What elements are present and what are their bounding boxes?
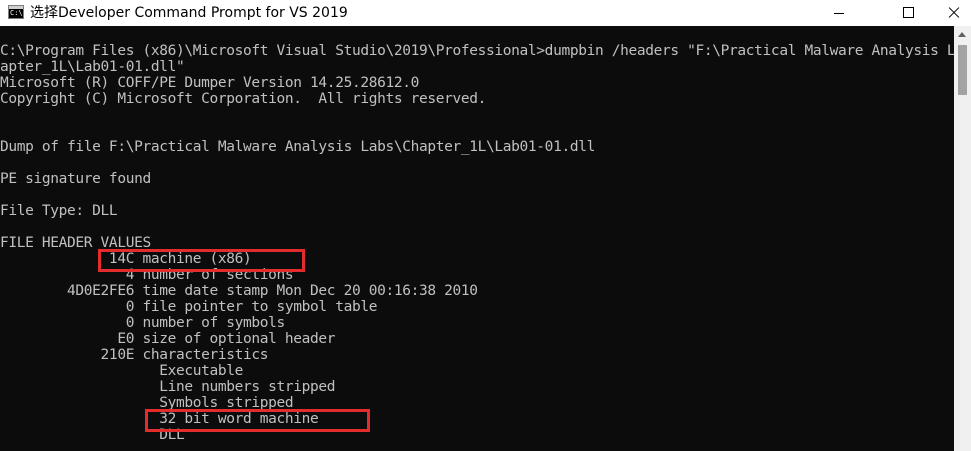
- terminal-line: 4D0E2FE6 time date stamp Mon Dec 20 00:1…: [0, 283, 478, 299]
- console-area[interactable]: C:\Program Files (x86)\Microsoft Visual …: [0, 26, 954, 451]
- terminal-line: 0 number of symbols: [0, 315, 286, 331]
- console-app-icon[interactable]: [8, 5, 24, 19]
- title-bar[interactable]: 选择Developer Command Prompt for VS 2019: [0, 0, 971, 26]
- minimize-button[interactable]: [817, 0, 863, 26]
- scrollbar-thumb[interactable]: [958, 45, 967, 95]
- terminal-line: Symbols stripped: [0, 395, 294, 411]
- terminal-line: Copyright (C) Microsoft Corporation. All…: [0, 91, 487, 107]
- highlight-box-32bit: [145, 409, 370, 432]
- window-title: 选择Developer Command Prompt for VS 2019: [30, 5, 348, 21]
- terminal-line: 32 bit word machine: [0, 411, 319, 427]
- vertical-scrollbar[interactable]: [954, 26, 971, 451]
- terminal-line: DLL: [0, 427, 185, 443]
- scroll-up-arrow-icon[interactable]: [954, 26, 971, 43]
- highlight-box-machine: [98, 249, 305, 272]
- close-button[interactable]: [930, 0, 971, 26]
- terminal-line: E0 size of optional header: [0, 331, 336, 347]
- terminal-line: PE signature found: [0, 171, 151, 187]
- terminal-line: apter_1L\Lab01-01.dll": [0, 59, 185, 75]
- maximize-button[interactable]: [885, 0, 931, 26]
- terminal-line: Dump of file F:\Practical Malware Analys…: [0, 139, 595, 155]
- terminal-line: 0 file pointer to symbol table: [0, 299, 378, 315]
- terminal-line: C:\Program Files (x86)\Microsoft Visual …: [0, 43, 954, 59]
- terminal-line: Executable: [0, 363, 244, 379]
- terminal-output: C:\Program Files (x86)\Microsoft Visual …: [0, 43, 954, 443]
- terminal-line: File Type: DLL: [0, 203, 118, 219]
- terminal-line: 210E characteristics: [0, 347, 269, 363]
- terminal-line: Microsoft (R) COFF/PE Dumper Version 14.…: [0, 75, 419, 91]
- terminal-line: Line numbers stripped: [0, 379, 336, 395]
